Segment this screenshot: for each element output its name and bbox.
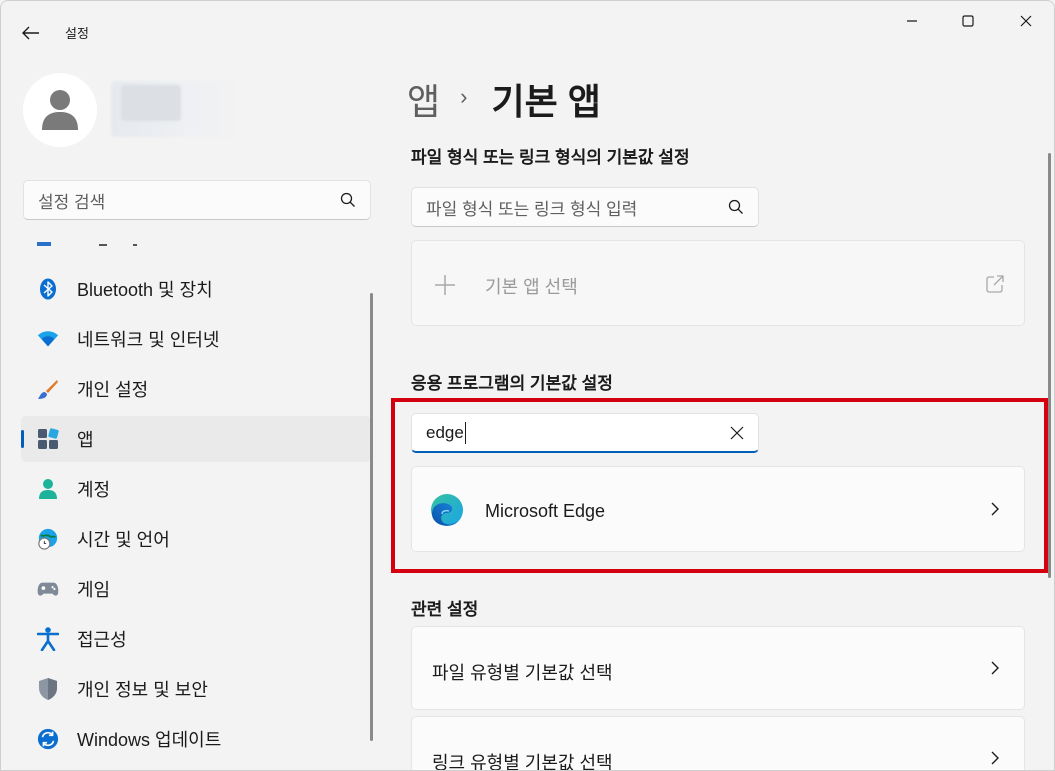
sidebar-item-label: 시간 및 언어	[77, 530, 170, 550]
paintbrush-icon	[37, 378, 59, 400]
open-external-icon	[986, 275, 1004, 293]
sidebar-item-label: 접근성	[77, 630, 127, 650]
apps-section-title: 응용 프로그램의 기본값 설정	[411, 374, 613, 393]
chevron-right-icon	[991, 502, 999, 516]
sidebar-item-windows-update[interactable]: Windows 업데이트	[21, 716, 371, 762]
sidebar-item-time-language[interactable]: 시간 및 언어	[21, 516, 371, 562]
file-type-search-input[interactable]: 파일 형식 또는 링크 형식 입력	[411, 187, 759, 227]
sidebar-item-label: 앱	[77, 430, 94, 450]
related-item-label: 링크 유형별 기본값 선택	[432, 753, 613, 771]
breadcrumb: 앱 › 기본 앱	[407, 73, 601, 125]
selection-indicator	[21, 430, 24, 448]
sidebar-item-label: 개인 설정	[77, 380, 149, 400]
app-result-microsoft-edge[interactable]: Microsoft Edge	[411, 466, 1025, 552]
page-title: 기본 앱	[491, 81, 601, 122]
breadcrumb-separator: ›	[460, 84, 468, 109]
plus-icon	[435, 275, 455, 295]
clear-icon[interactable]	[730, 426, 744, 440]
file-type-search-placeholder: 파일 형식 또는 링크 형식 입력	[426, 199, 638, 219]
back-arrow-icon	[22, 26, 39, 40]
sidebar-item-label: 계정	[77, 480, 111, 500]
choose-default-app-card: 기본 앱 선택	[411, 240, 1025, 326]
sidebar-item-label: 네트워크 및 인터넷	[77, 330, 220, 350]
maximize-icon	[962, 15, 974, 27]
sidebar-item-personalization[interactable]: 개인 설정	[21, 366, 371, 412]
bluetooth-icon	[37, 278, 59, 300]
sidebar-item-partial[interactable]	[37, 235, 137, 247]
text-caret	[464, 421, 466, 444]
title-bar: 설정	[1, 1, 1054, 63]
settings-window: 설정 설정 검색 Bluetooth 및 장치 네트워크 및 인터넷 개인 설정…	[0, 0, 1055, 771]
sidebar-scrollbar[interactable]	[370, 293, 373, 741]
sidebar-item-accessibility[interactable]: 접근성	[21, 616, 371, 662]
sidebar-nav: Bluetooth 및 장치 네트워크 및 인터넷 개인 설정 앱 계정 시간 …	[21, 223, 371, 770]
chevron-right-icon	[991, 661, 999, 675]
sidebar-item-bluetooth[interactable]: Bluetooth 및 장치	[21, 266, 371, 312]
sidebar-item-privacy-security[interactable]: 개인 정보 및 보안	[21, 666, 371, 712]
related-item-file-type-defaults[interactable]: 파일 유형별 기본값 선택	[411, 626, 1025, 710]
settings-search-placeholder: 설정 검색	[38, 192, 106, 212]
close-button[interactable]	[1000, 1, 1052, 41]
chevron-right-icon	[991, 751, 999, 765]
sidebar-item-network[interactable]: 네트워크 및 인터넷	[21, 316, 371, 362]
sidebar-item-label: Bluetooth 및 장치	[77, 280, 213, 300]
search-icon[interactable]	[340, 192, 356, 208]
settings-search-input[interactable]: 설정 검색	[23, 180, 371, 220]
app-search-value: edge	[426, 422, 464, 442]
apps-icon	[37, 428, 59, 450]
app-result-label: Microsoft Edge	[485, 501, 606, 521]
close-icon	[1020, 15, 1032, 27]
breadcrumb-parent[interactable]: 앱	[407, 73, 440, 125]
update-icon	[37, 728, 59, 750]
shield-icon	[37, 678, 59, 700]
gamepad-icon	[37, 578, 59, 600]
back-button[interactable]	[15, 19, 47, 47]
sidebar-item-label: Windows 업데이트	[77, 730, 222, 750]
maximize-button[interactable]	[942, 1, 994, 41]
profile-info-redacted	[111, 81, 241, 137]
related-item-label: 파일 유형별 기본값 선택	[432, 663, 613, 683]
related-settings-title: 관련 설정	[411, 600, 479, 619]
sidebar-item-label: 개인 정보 및 보안	[77, 680, 208, 700]
choose-default-app-label: 기본 앱 선택	[485, 277, 578, 297]
wifi-icon	[37, 328, 59, 350]
account-icon	[37, 478, 59, 500]
accessibility-icon	[37, 627, 59, 651]
file-link-section-title: 파일 형식 또는 링크 형식의 기본값 설정	[411, 148, 690, 167]
sidebar-item-label: 게임	[77, 580, 111, 600]
microsoft-edge-icon	[431, 494, 463, 526]
sidebar-item-gaming[interactable]: 게임	[21, 566, 371, 612]
search-icon[interactable]	[728, 199, 744, 215]
app-search-input[interactable]: edge	[411, 413, 759, 453]
minimize-button[interactable]	[886, 1, 938, 41]
user-icon	[42, 90, 78, 130]
globe-clock-icon	[37, 528, 59, 550]
sidebar-item-apps[interactable]: 앱	[21, 416, 371, 462]
main-scrollbar[interactable]	[1048, 153, 1051, 578]
minimize-icon	[907, 20, 917, 22]
app-title: 설정	[65, 26, 89, 41]
sidebar-item-accounts[interactable]: 계정	[21, 466, 371, 512]
avatar[interactable]	[23, 73, 97, 147]
related-item-link-type-defaults[interactable]: 링크 유형별 기본값 선택	[411, 716, 1025, 771]
